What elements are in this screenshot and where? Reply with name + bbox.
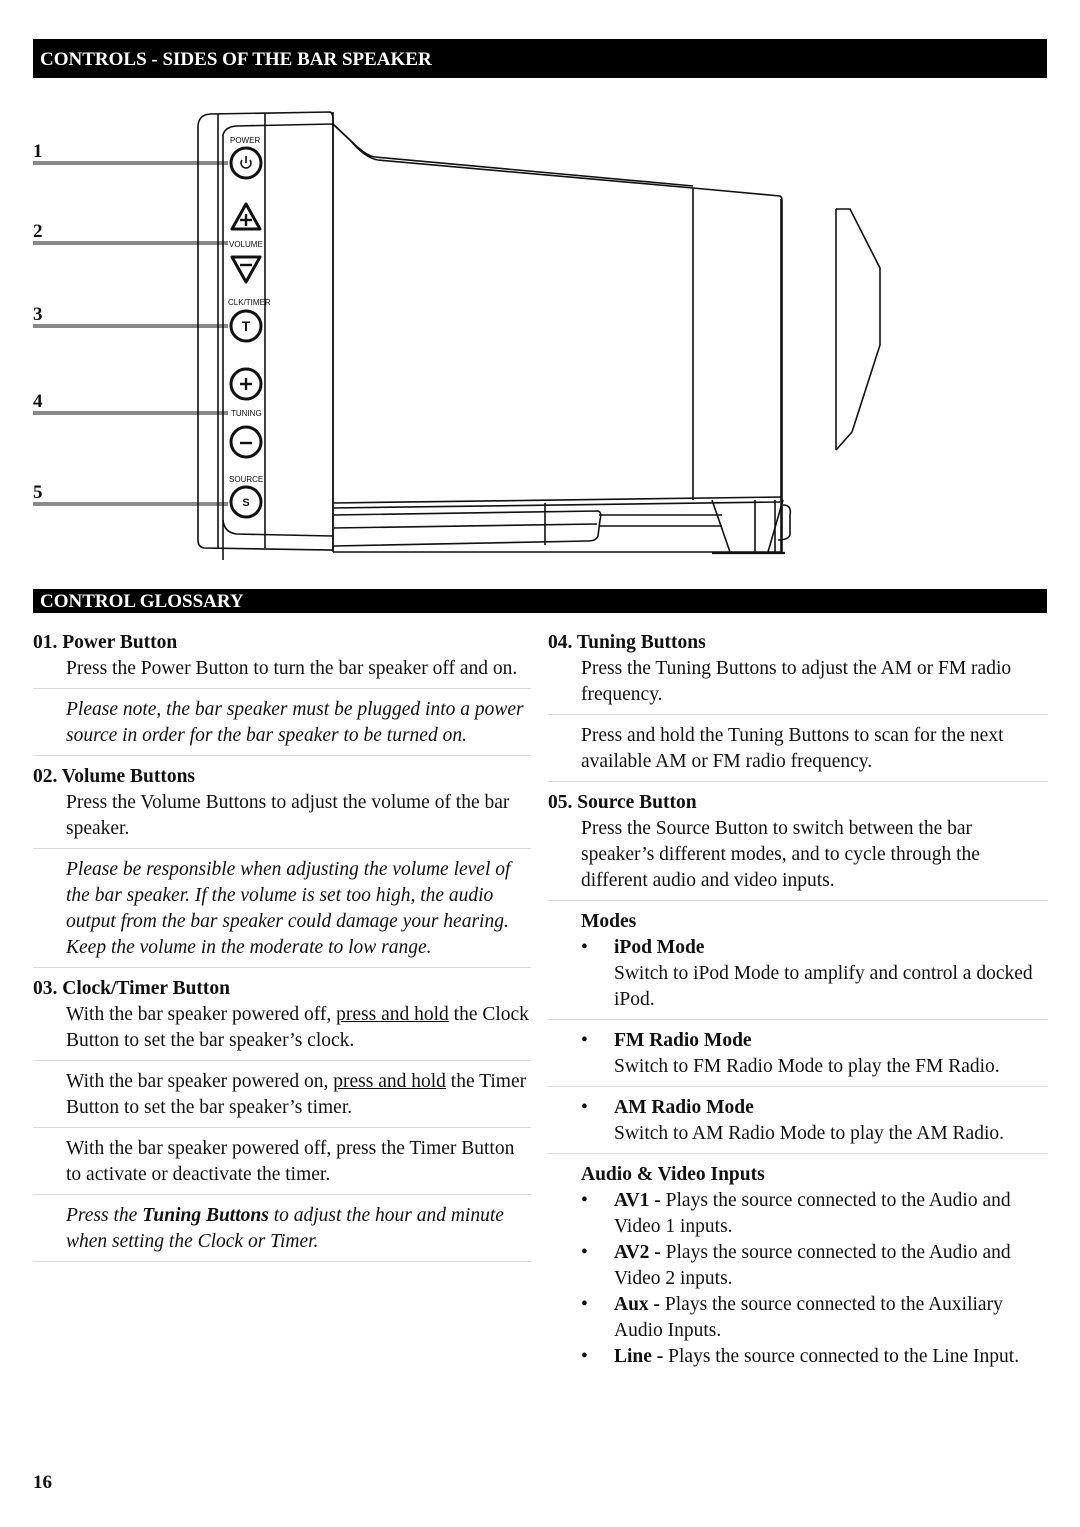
bullet-icon: • xyxy=(581,1190,588,1211)
bullet-icon: • xyxy=(581,1242,588,1263)
item-title: 04. Tuning Buttons xyxy=(548,632,706,653)
power-icon xyxy=(240,156,252,169)
bullet-icon: • xyxy=(581,1097,588,1118)
bullet-icon: • xyxy=(581,1294,588,1315)
input-name: Line - xyxy=(614,1346,664,1367)
source-label: SOURCE xyxy=(229,475,263,484)
speaker-right-end xyxy=(780,199,881,552)
item-description: Press the Volume Buttons to adjust the v… xyxy=(66,792,510,839)
item-title: 05. Source Button xyxy=(548,792,697,813)
item-description: Press the Source Button to switch betwee… xyxy=(581,818,980,891)
tuning-label: TUNING xyxy=(231,409,262,418)
volume-up-button[interactable] xyxy=(230,202,262,231)
item-description: With the bar speaker powered off, press … xyxy=(33,1002,531,1054)
mode-description: Switch to FM Radio Mode to play the FM R… xyxy=(614,1056,1000,1077)
source-glyph: S xyxy=(242,497,249,509)
speaker-end-cap xyxy=(197,111,334,560)
item-description: With the bar speaker powered off, press … xyxy=(66,1138,515,1185)
mode-name: FM Radio Mode xyxy=(614,1030,752,1051)
input-description: Plays the source connected to the Line I… xyxy=(663,1346,1020,1367)
volume-label: VOLUME xyxy=(229,240,263,249)
mode-description: Switch to iPod Mode to amplify and contr… xyxy=(614,963,1033,1010)
bar-speaker-side-diagram: POWER VOLUME CLK/TIMER T TUNING SOURCE S xyxy=(197,111,881,560)
item-description: With the bar speaker powered on, press a… xyxy=(33,1069,531,1121)
input-item: • AV1 - Plays the source connected to the… xyxy=(548,1188,1048,1240)
plus-icon xyxy=(240,378,252,390)
controls-section-title: CONTROLS - SIDES OF THE BAR SPEAKER xyxy=(40,49,432,70)
glossary-right-column: 04. Tuning Buttons Press the Tuning Butt… xyxy=(548,630,1048,1384)
input-name: AV1 - xyxy=(614,1190,661,1211)
glossary-item-clock-timer: 03. Clock/Timer Button With the bar spea… xyxy=(33,976,531,1262)
text-run: Press the xyxy=(66,1205,143,1226)
mode-fm: • FM Radio Mode Switch to FM Radio Mode t… xyxy=(548,1028,1048,1087)
item-title: 02. Volume Buttons xyxy=(33,766,195,787)
input-description: Plays the source connected to the Audio … xyxy=(614,1190,1011,1237)
input-description: Plays the source connected to the Auxili… xyxy=(614,1294,1003,1341)
underlined-text: press and hold xyxy=(333,1071,446,1092)
bullet-icon: • xyxy=(581,937,588,958)
glossary-item-power: 01. Power Button Press the Power Button … xyxy=(33,630,531,756)
glossary-item-volume: 02. Volume Buttons Press the Volume Butt… xyxy=(33,764,531,968)
glossary-section-header: CONTROL GLOSSARY xyxy=(33,589,1047,613)
speaker-body xyxy=(332,123,792,555)
bullet-icon: • xyxy=(581,1346,588,1367)
item-description: Press the Power Button to turn the bar s… xyxy=(66,658,518,679)
input-item: • AV2 - Plays the source connected to the… xyxy=(548,1240,1048,1292)
item-title: 03. Clock/Timer Button xyxy=(33,978,230,999)
clk-timer-label: CLK/TIMER xyxy=(228,298,271,307)
volume-down-button[interactable] xyxy=(230,255,262,284)
timer-glyph: T xyxy=(242,318,251,334)
mode-ipod: Modes • iPod Mode Switch to iPod Mode to … xyxy=(548,909,1048,1020)
bold-text: Tuning Buttons xyxy=(142,1205,269,1226)
input-name: AV2 - xyxy=(614,1242,661,1263)
item-title: 01. Power Button xyxy=(33,632,178,653)
power-label: POWER xyxy=(230,136,260,145)
controls-section-header: CONTROLS - SIDES OF THE BAR SPEAKER xyxy=(33,39,1047,78)
plus-triangle-icon xyxy=(240,214,252,226)
bullet-icon: • xyxy=(581,1030,588,1051)
page-number: 16 xyxy=(33,1472,52,1493)
item-description: Press and hold the Tuning Buttons to sca… xyxy=(581,725,1004,772)
audio-video-inputs: Audio & Video Inputs • AV1 - Plays the so… xyxy=(548,1162,1048,1376)
text-run: With the bar speaker powered off, xyxy=(66,1004,337,1025)
input-item: • Line - Plays the source connected to th… xyxy=(548,1344,1048,1370)
item-note: Please be responsible when adjusting the… xyxy=(66,859,511,958)
inputs-heading: Audio & Video Inputs xyxy=(581,1164,765,1185)
glossary-left-column: 01. Power Button Press the Power Button … xyxy=(33,630,531,1270)
mode-am: • AM Radio Mode Switch to AM Radio Mode t… xyxy=(548,1095,1048,1154)
glossary-item-tuning: 04. Tuning Buttons Press the Tuning Butt… xyxy=(548,630,1048,782)
glossary-item-source: 05. Source Button Press the Source Butto… xyxy=(548,790,1048,1376)
glossary-section-title: CONTROL GLOSSARY xyxy=(40,591,244,612)
underlined-text: press and hold xyxy=(336,1004,449,1025)
input-name: Aux - xyxy=(614,1294,661,1315)
input-item: • Aux - Plays the source connected to the… xyxy=(548,1292,1048,1344)
input-description: Plays the source connected to the Audio … xyxy=(614,1242,1011,1289)
mode-name: AM Radio Mode xyxy=(614,1097,754,1118)
modes-heading: Modes xyxy=(581,911,637,932)
mode-description: Switch to AM Radio Mode to play the AM R… xyxy=(614,1123,1004,1144)
mode-name: iPod Mode xyxy=(614,937,705,958)
item-note: Please note, the bar speaker must be plu… xyxy=(66,699,524,746)
text-run: With the bar speaker powered on, xyxy=(66,1071,334,1092)
item-description: Press the Tuning Buttons to adjust the A… xyxy=(581,658,1012,705)
item-note: Press the Tuning Buttons to adjust the h… xyxy=(33,1203,531,1255)
